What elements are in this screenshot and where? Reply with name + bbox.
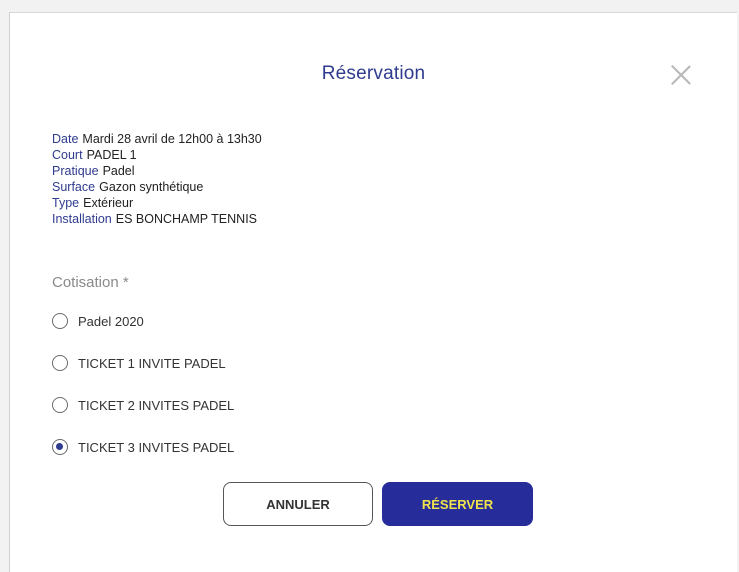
cancel-button[interactable]: ANNULER	[223, 482, 373, 526]
detail-value: Padel	[102, 164, 135, 178]
detail-row-surface: Surface Gazon synthétique	[52, 179, 262, 195]
detail-row-date: Date Mardi 28 avril de 12h00 à 13h30	[52, 131, 262, 147]
detail-value: Mardi 28 avril de 12h00 à 13h30	[82, 132, 262, 146]
close-icon[interactable]	[669, 63, 693, 87]
radio-label: TICKET 3 INVITES PADEL	[78, 439, 235, 455]
reservation-dialog: Réservation Date Mardi 28 avril de 12h00 …	[9, 12, 737, 572]
detail-label: Installation	[52, 212, 112, 226]
detail-label: Date	[52, 132, 79, 146]
detail-value: Gazon synthétique	[99, 180, 204, 194]
detail-value: PADEL 1	[86, 148, 137, 162]
radio-option-ticket-3[interactable]: TICKET 3 INVITES PADEL	[52, 439, 234, 455]
detail-row-pratique: Pratique Padel	[52, 163, 262, 179]
detail-value: Extérieur	[83, 196, 134, 210]
radio-option-ticket-1[interactable]: TICKET 1 INVITE PADEL	[52, 355, 226, 371]
radio-option-padel-2020[interactable]: Padel 2020	[52, 313, 144, 329]
radio-option-ticket-2[interactable]: TICKET 2 INVITES PADEL	[52, 397, 234, 413]
radio-button[interactable]	[52, 397, 68, 413]
detail-label: Court	[52, 148, 83, 162]
radio-button-selected[interactable]	[52, 439, 68, 455]
radio-label: Padel 2020	[78, 313, 144, 329]
reservation-details: Date Mardi 28 avril de 12h00 à 13h30 Cour…	[52, 131, 262, 227]
cotisation-label: Cotisation *	[52, 274, 129, 291]
detail-label: Surface	[52, 180, 96, 194]
detail-row-type: Type Extérieur	[52, 195, 262, 211]
radio-button[interactable]	[52, 355, 68, 371]
reserve-button[interactable]: RÉSERVER	[382, 482, 533, 526]
detail-row-court: Court PADEL 1	[52, 147, 262, 163]
detail-row-installation: Installation ES BONCHAMP TENNIS	[52, 211, 262, 227]
radio-button[interactable]	[52, 313, 68, 329]
detail-label: Type	[52, 196, 80, 210]
detail-value: ES BONCHAMP TENNIS	[115, 212, 258, 226]
dialog-title: Réservation	[321, 63, 426, 84]
detail-label: Pratique	[52, 164, 99, 178]
radio-label: TICKET 2 INVITES PADEL	[78, 397, 235, 413]
radio-label: TICKET 1 INVITE PADEL	[78, 355, 226, 371]
